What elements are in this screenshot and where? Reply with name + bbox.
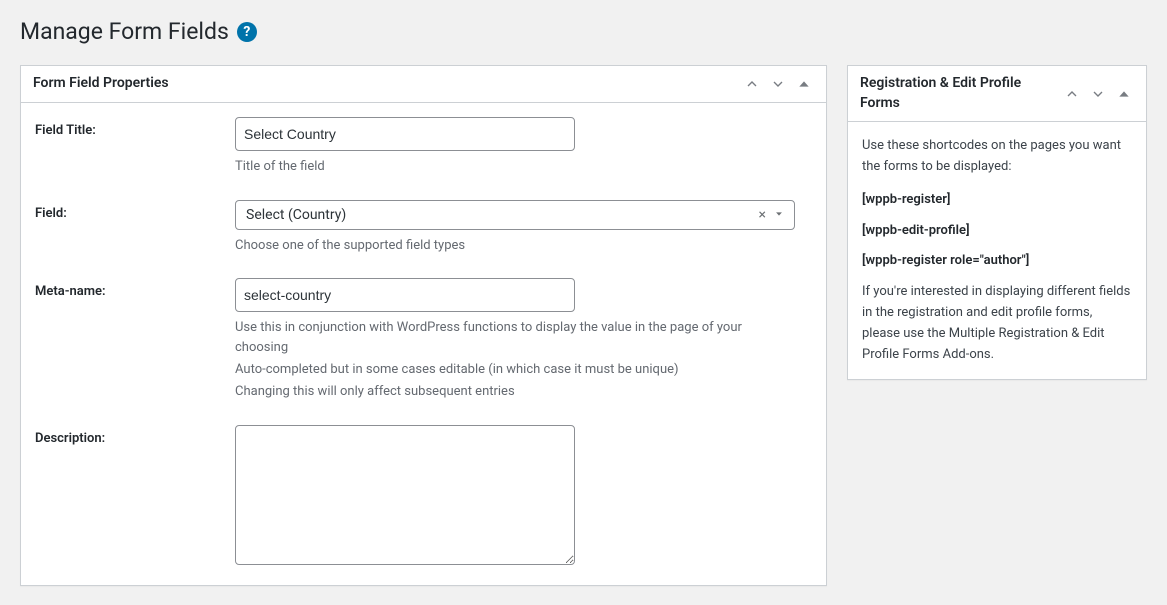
dropdown-arrow-icon[interactable] <box>774 208 784 222</box>
panel-title: Form Field Properties <box>33 74 169 94</box>
field-type-select[interactable]: Select (Country) × <box>235 200 795 230</box>
shortcode-register: [wppb-register] <box>862 190 1132 211</box>
clear-icon[interactable]: × <box>759 207 766 223</box>
form-field-properties-panel: Form Field Properties Field Title: <box>20 65 827 586</box>
field-type-value: Select (Country) <box>246 207 346 223</box>
toggle-panel-icon[interactable] <box>794 74 814 94</box>
meta-name-helper-2: Auto-completed but in some cases editabl… <box>235 360 795 380</box>
meta-name-input[interactable] <box>235 278 575 312</box>
move-down-icon[interactable] <box>768 74 788 94</box>
move-up-icon[interactable] <box>1062 84 1082 104</box>
page-title: Manage Form Fields <box>20 18 229 45</box>
description-label: Description: <box>35 425 235 446</box>
shortcode-edit-profile: [wppb-edit-profile] <box>862 221 1132 242</box>
meta-name-helper-1: Use this in conjunction with WordPress f… <box>235 318 795 358</box>
move-down-icon[interactable] <box>1088 84 1108 104</box>
shortcode-register-role: [wppb-register role="author"] <box>862 251 1132 272</box>
field-type-label: Field: <box>35 200 235 221</box>
field-type-helper: Choose one of the supported field types <box>235 236 795 256</box>
meta-name-helper-3: Changing this will only affect subsequen… <box>235 382 795 402</box>
side-footer-text: If you're interested in displaying diffe… <box>862 282 1132 365</box>
field-title-input[interactable] <box>235 117 575 151</box>
side-intro-text: Use these shortcodes on the pages you wa… <box>862 136 1132 178</box>
side-panel-title: Registration & Edit Profile Forms <box>860 74 1040 113</box>
help-icon[interactable]: ? <box>237 22 257 42</box>
registration-forms-panel: Registration & Edit Profile Forms Use th… <box>847 65 1147 380</box>
move-up-icon[interactable] <box>742 74 762 94</box>
field-title-label: Field Title: <box>35 117 235 138</box>
field-title-helper: Title of the field <box>235 157 795 177</box>
description-textarea[interactable] <box>235 425 575 565</box>
toggle-panel-icon[interactable] <box>1114 84 1134 104</box>
meta-name-label: Meta-name: <box>35 278 235 299</box>
